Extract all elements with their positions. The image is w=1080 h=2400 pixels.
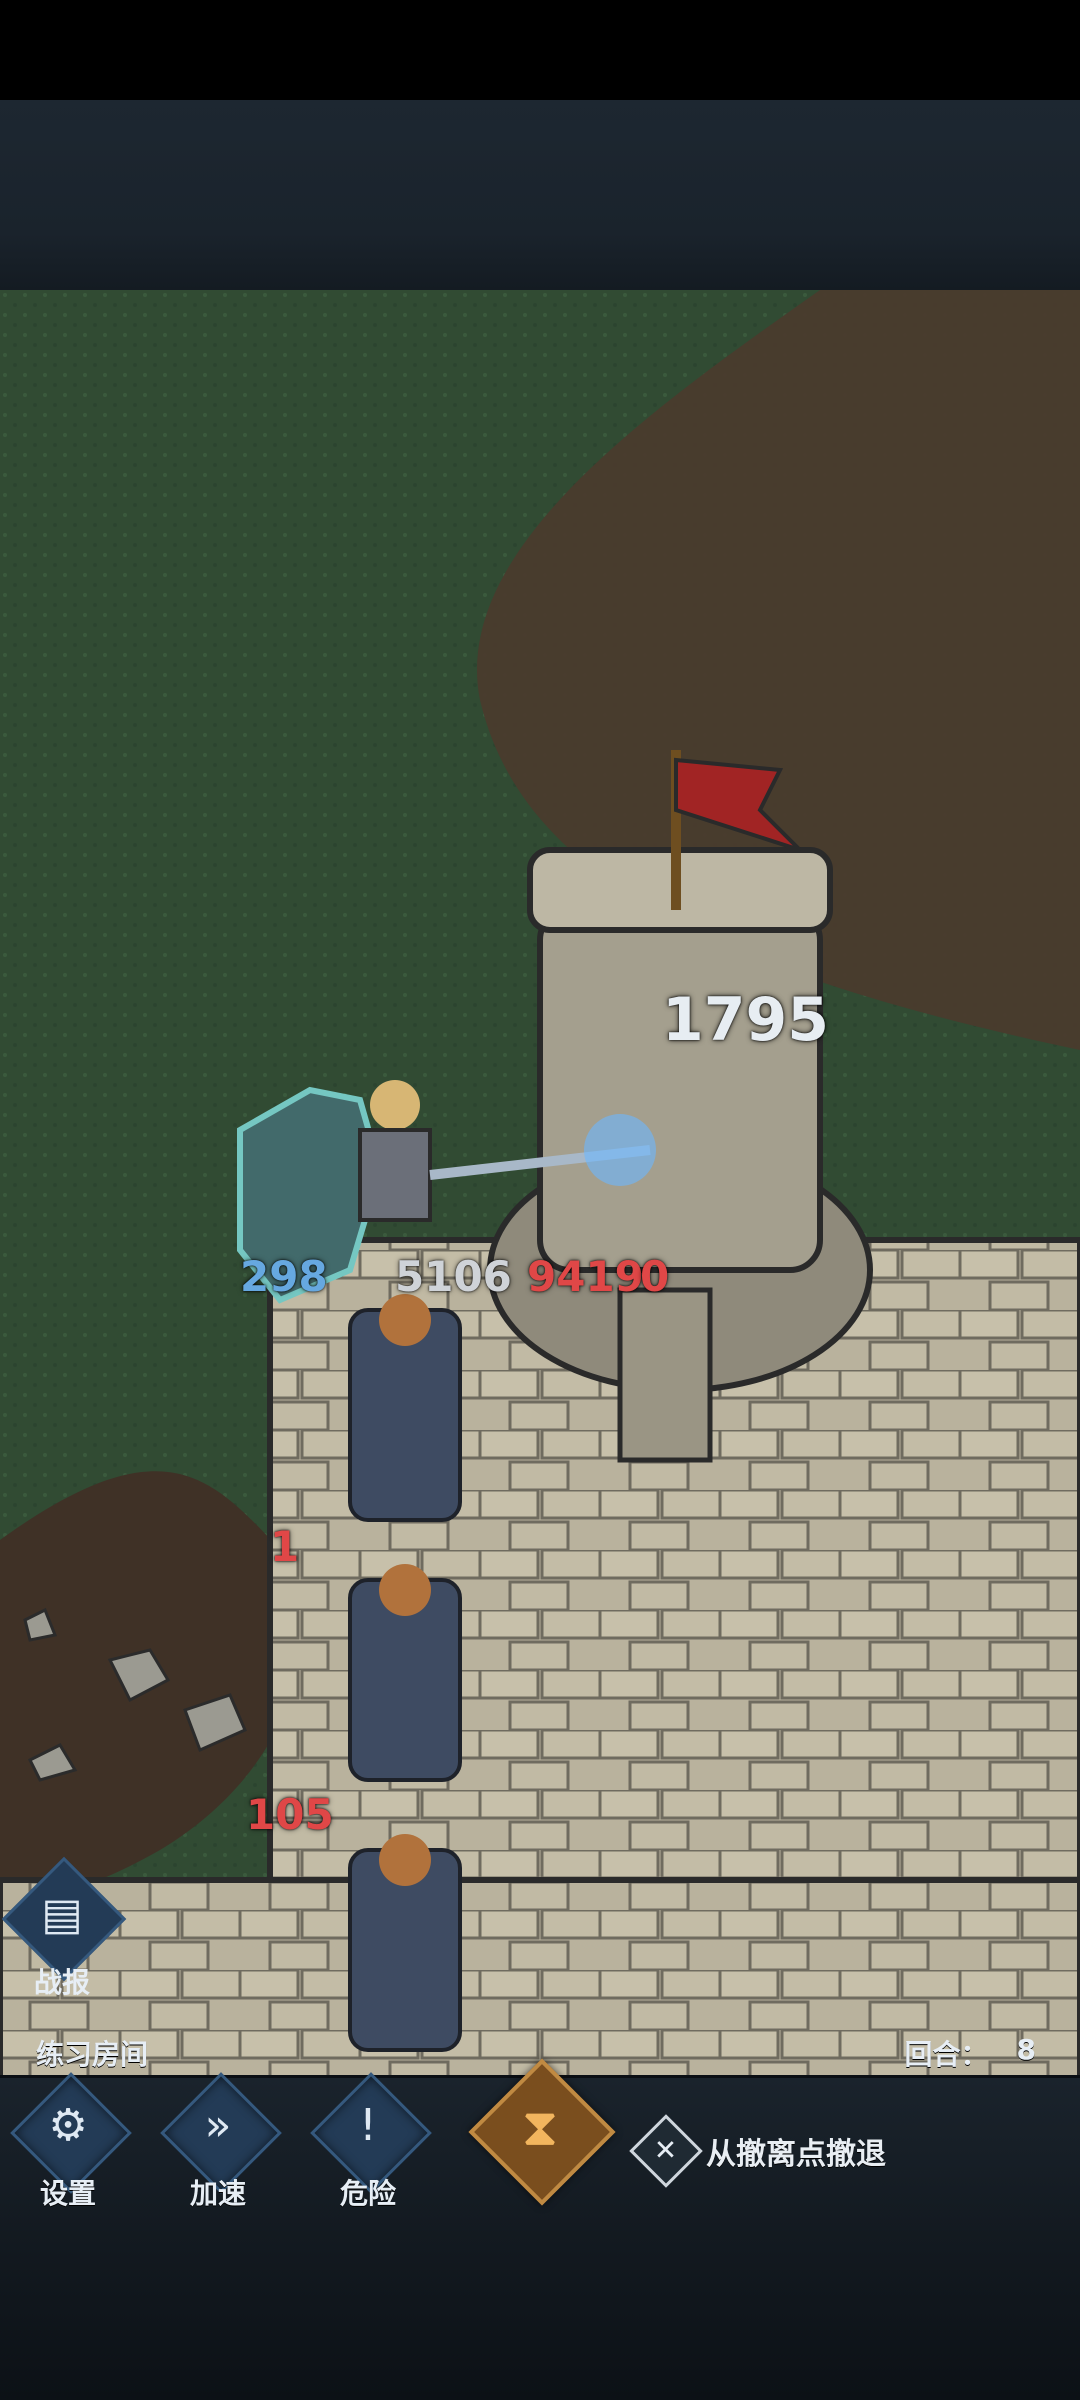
battle-map[interactable]: 1795 298 5106 9419 0 1 105 [0,290,1080,2080]
enemy-hp-value: 9419 [527,1252,644,1301]
enemy-two-hp: 105 [246,1790,334,1839]
damage-text: 1795 [662,985,829,1055]
enemy-stat-value: 0 [640,1252,670,1301]
end-turn-button[interactable]: ⧗ [468,2058,616,2206]
retreat-label: 从撤离点撤退 [706,2137,886,2172]
bottom-panel [0,2210,1080,2400]
danger-button[interactable]: ! 危险 [310,2072,432,2210]
round-value: 8 [1016,2033,1036,2066]
retreat-cross-icon: ✕ [653,2133,678,2167]
retreat-action[interactable]: ✕ 从撤离点撤退 [629,2114,886,2188]
battlefield-illustration [0,290,1080,2080]
top-panel [0,100,1080,290]
settings-button[interactable]: ⚙ 设置 [10,2072,132,2210]
speed-label: 加速 [189,2177,246,2210]
round-indicator: 回合： 8 [905,2033,1037,2073]
exclamation-icon: ! [359,2100,377,2151]
hourglass-icon: ⧗ [521,2098,559,2158]
ally-hp-value: 298 [240,1252,328,1301]
document-icon: ▤ [41,1889,83,1940]
settings-label: 设置 [39,2177,96,2210]
enemy-one-hp: 1 [270,1522,300,1571]
fast-forward-icon: » [204,2100,232,2151]
battle-report-button[interactable]: ▤ 战报 [0,1856,127,2005]
practice-room-label: 练习房间 [36,2038,149,2071]
status-bar [0,0,1080,100]
speed-up-button[interactable]: » 加速 [160,2072,282,2210]
round-label: 回合： [904,2038,989,2071]
danger-label: 危险 [339,2177,396,2210]
battle-report-label: 战报 [33,1966,90,1999]
gear-icon: ⚙ [48,2100,88,2151]
ally-stat-value: 5106 [395,1252,512,1301]
retreat-x-icon: ✕ [629,2114,703,2188]
